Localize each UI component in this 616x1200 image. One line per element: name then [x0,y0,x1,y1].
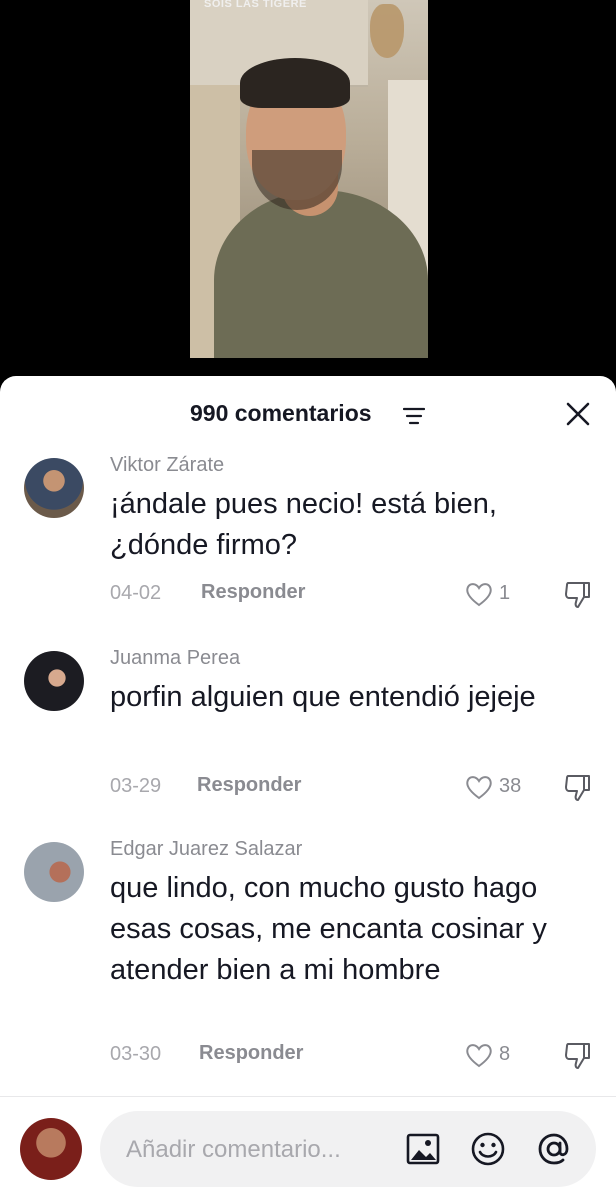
comment-username[interactable]: Juanma Perea [110,647,240,670]
reply-button[interactable]: Responder [199,1042,303,1065]
comment-date: 04-02 [110,582,162,604]
thumbs-down-icon[interactable] [562,771,594,803]
like-count: 8 [499,1043,511,1065]
avatar[interactable] [24,651,84,711]
reply-button[interactable]: Responder [201,581,305,604]
person-hair [240,58,350,108]
comment-composer[interactable] [100,1111,596,1187]
comment-username[interactable]: Viktor Zárate [110,454,224,477]
comments-sheet: 990 comentarios Viktor Zárate ¡ándale pu… [0,376,616,1200]
image-icon[interactable] [405,1131,441,1167]
video-preview[interactable]: SOIS LAS TIGERE [190,0,428,358]
comment-text: porfin alguien que entendió jejeje [110,681,536,713]
thumbs-down-icon[interactable] [562,578,594,610]
heart-icon[interactable] [464,1041,494,1069]
comments-header: 990 comentarios [0,376,616,450]
mention-icon[interactable] [536,1131,572,1167]
comment-date: 03-30 [110,1043,162,1065]
person-shirt [214,190,428,358]
comment-item: Juanma Perea porfin alguien que entendió… [0,647,616,817]
comments-count-title: 990 comentarios [190,400,372,426]
reply-button[interactable]: Responder [197,774,301,797]
background-lamp [370,4,404,58]
comment-input[interactable] [124,1129,398,1171]
heart-icon[interactable] [464,773,494,801]
thumbs-down-icon[interactable] [562,1039,594,1071]
comment-date: 03-29 [110,775,162,797]
comment-username[interactable]: Edgar Juarez Salazar [110,838,302,861]
comment-item: Edgar Juarez Salazar que lindo, con much… [0,838,616,1078]
avatar[interactable] [24,842,84,902]
heart-icon[interactable] [464,580,494,608]
composer-divider [0,1096,616,1097]
video-overlay-text: SOIS LAS TIGERE [204,0,307,10]
comment-text: que lindo, con mucho gusto hago esas cos… [110,872,547,986]
like-count: 38 [499,775,522,797]
close-icon[interactable] [564,400,592,428]
current-user-avatar [20,1118,82,1180]
emoji-icon[interactable] [470,1131,506,1167]
like-count: 1 [499,582,511,604]
avatar[interactable] [24,458,84,518]
comment-item: Viktor Zárate ¡ándale pues necio! está b… [0,454,616,624]
comment-text: ¡ándale pues necio! está bien, ¿dónde fi… [110,488,497,561]
sort-lines-icon[interactable] [403,406,425,426]
